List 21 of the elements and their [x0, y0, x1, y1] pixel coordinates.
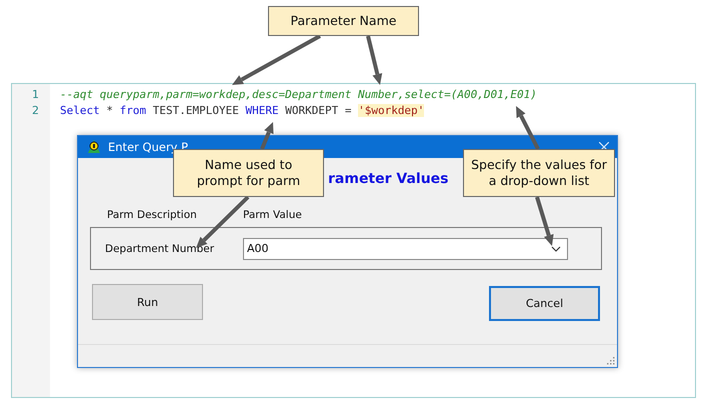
value-dropdown[interactable]: A00 [243, 238, 568, 260]
line-number: 1 [31, 87, 40, 103]
arrow [535, 196, 554, 246]
chevron-down-icon[interactable] [551, 246, 561, 252]
code-line: --aqt queryparm,parm=workdep,desc=Department Number,select=(A00,D01,E01) [60, 87, 537, 103]
parameter-label: Department Number [105, 242, 216, 254]
callout-note: Specify the values for a drop-down list [463, 149, 615, 197]
cancel-button[interactable]: Cancel [489, 286, 600, 321]
dialog-heading: rameter Values [328, 171, 449, 187]
run-button[interactable]: Run [92, 284, 203, 320]
arrow [260, 122, 274, 150]
column-header: Parm Description [107, 209, 198, 221]
line-number: 2 [31, 103, 40, 119]
callout-note: Parameter Name [268, 6, 419, 36]
arrow [516, 106, 540, 150]
callout-note: Name used to prompt for parm [173, 149, 324, 197]
code-line: Select * from TEST.EMPLOYEE WHERE WORKDEPT = '$workdep' [60, 103, 426, 119]
resize-grip-icon[interactable] [606, 356, 615, 365]
column-header: Parm Value [243, 209, 302, 221]
arrow [366, 36, 382, 85]
app-icon [86, 139, 102, 155]
